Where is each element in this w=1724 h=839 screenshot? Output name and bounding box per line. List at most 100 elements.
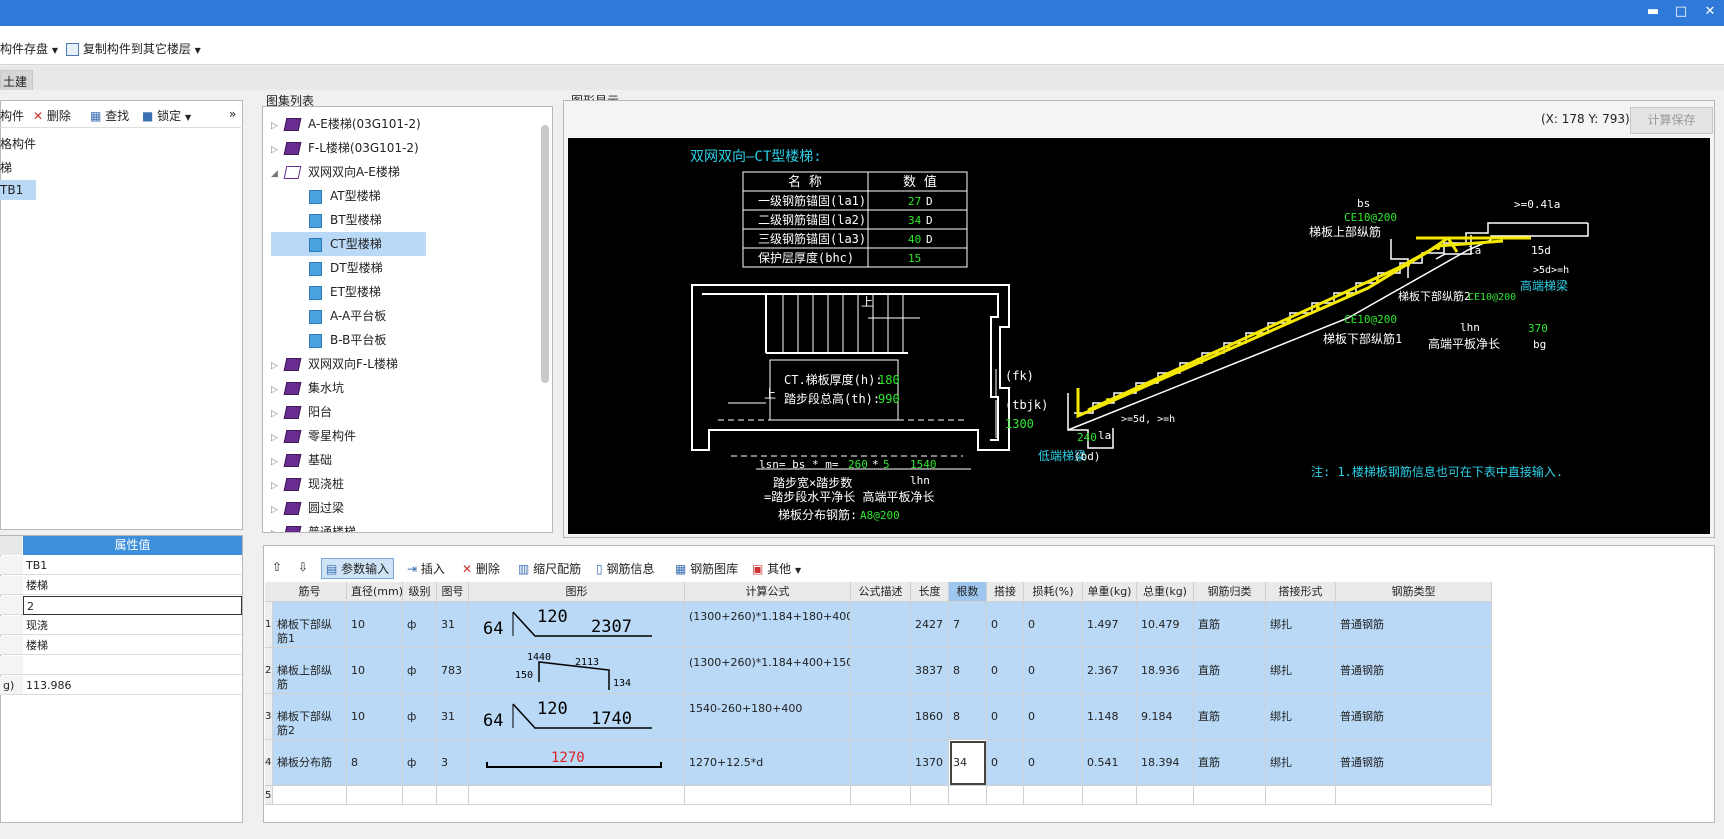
maximize-icon[interactable]: □ bbox=[1671, 4, 1691, 19]
grid-cell-total_w[interactable]: 10.479 bbox=[1137, 602, 1194, 648]
prop-value[interactable]: 2 bbox=[23, 596, 242, 615]
tab-civil[interactable]: 土建 bbox=[0, 70, 33, 90]
rebar-info-button[interactable]: ▯ 钢筋信息 bbox=[596, 560, 654, 577]
prop-value[interactable]: TB1 bbox=[23, 556, 242, 575]
atlas-item[interactable]: BT型楼梯 bbox=[271, 208, 426, 232]
chevron-right-icon[interactable]: ▷ bbox=[271, 522, 285, 532]
grid-header[interactable]: 总重(kg) bbox=[1137, 582, 1194, 602]
grid-cell-type[interactable]: 普通钢筋 bbox=[1336, 602, 1492, 648]
grid-cell-fig[interactable]: 31 bbox=[437, 694, 469, 740]
grid-cell-type[interactable]: 普通钢筋 bbox=[1336, 740, 1492, 786]
grid-cell-unit_w[interactable]: 1.497 bbox=[1083, 602, 1137, 648]
grid-cell-dia[interactable]: 10 bbox=[347, 694, 403, 740]
grid-cell-grade[interactable]: ф bbox=[403, 648, 437, 694]
grid-cell-lap_form[interactable] bbox=[1266, 786, 1336, 805]
atlas-item[interactable]: ◢ 双网双向A-E楼梯 bbox=[271, 160, 426, 184]
atlas-item[interactable]: ▷ 集水坑 bbox=[271, 376, 426, 400]
grid-cell-total_w[interactable]: 9.184 bbox=[1137, 694, 1194, 740]
atlas-item[interactable]: ▷ 普通楼梯 bbox=[271, 520, 426, 532]
atlas-item[interactable]: ▷ 现浇桩 bbox=[271, 472, 426, 496]
grid-cell-type[interactable] bbox=[1336, 786, 1492, 805]
chevron-right-icon[interactable]: ▷ bbox=[271, 498, 285, 522]
grid-cell-cls[interactable]: 直筋 bbox=[1194, 602, 1266, 648]
chevron-right-icon[interactable]: ▷ bbox=[271, 378, 285, 402]
copy-component-button[interactable]: 复制构件到其它楼层 ▼ bbox=[66, 40, 201, 57]
grid-cell-unit_w[interactable] bbox=[1083, 786, 1137, 805]
minimize-icon[interactable]: ▬ bbox=[1643, 4, 1663, 19]
atlas-item[interactable]: ▷ 双网双向F-L楼梯 bbox=[271, 352, 426, 376]
grid-cell-fig[interactable]: 3 bbox=[437, 740, 469, 786]
grid-cell-dia[interactable]: 10 bbox=[347, 602, 403, 648]
grid-cell-shape[interactable]: 1440 2113 150 134 bbox=[469, 648, 685, 694]
chevron-right-icon[interactable]: ▷ bbox=[271, 354, 285, 378]
atlas-item[interactable]: ▷ F-L楼梯(03G101-2) bbox=[271, 136, 426, 160]
prop-value[interactable]: 楼梯 bbox=[23, 576, 242, 595]
grid-cell-type[interactable]: 普通钢筋 bbox=[1336, 648, 1492, 694]
delete-component-button[interactable]: ✕ 删除 bbox=[33, 107, 71, 124]
lock-button[interactable]: ■ 锁定 ▼ bbox=[142, 107, 191, 124]
chevron-right-icon[interactable]: ▷ bbox=[271, 138, 285, 162]
grid-header[interactable]: 计算公式 bbox=[685, 582, 851, 602]
grid-header[interactable]: 直径(mm) bbox=[347, 582, 403, 602]
atlas-item[interactable]: ▷ 基础 bbox=[271, 448, 426, 472]
chevron-right-icon[interactable]: ▷ bbox=[271, 474, 285, 498]
grid-cell-len[interactable]: 1860 bbox=[911, 694, 949, 740]
grid-cell-desc[interactable] bbox=[851, 740, 911, 786]
atlas-item[interactable]: ▷ 圆过梁 bbox=[271, 496, 426, 520]
atlas-scrollbar[interactable] bbox=[541, 125, 549, 383]
find-button[interactable]: ▦ 查找 bbox=[90, 107, 129, 124]
row-index[interactable]: 1 bbox=[265, 602, 273, 648]
delete-row-button[interactable]: ✕ 删除 bbox=[462, 560, 500, 577]
chevron-right-icon[interactable]: ▷ bbox=[271, 426, 285, 450]
grid-cell-lap[interactable]: 0 bbox=[987, 602, 1024, 648]
atlas-item[interactable]: ▷ A-E楼梯(03G101-2) bbox=[271, 112, 426, 136]
grid-cell-name[interactable]: 梯板下部纵筋1 bbox=[273, 602, 347, 648]
atlas-item[interactable]: ▷ 零星构件 bbox=[271, 424, 426, 448]
chevron-right-icon[interactable]: ▷ bbox=[271, 114, 285, 138]
grid-cell-lap_form[interactable]: 绑扎 bbox=[1266, 694, 1336, 740]
grid-cell-total_w[interactable]: 18.936 bbox=[1137, 648, 1194, 694]
grid-header[interactable]: 根数 bbox=[949, 582, 987, 602]
grid-header[interactable]: 单重(kg) bbox=[1083, 582, 1137, 602]
grid-cell-desc[interactable] bbox=[851, 648, 911, 694]
move-down-icon[interactable]: ⇩ bbox=[298, 560, 308, 574]
row-index[interactable]: 5 bbox=[265, 786, 273, 805]
param-input-button[interactable]: ▤ 参数输入 bbox=[321, 558, 395, 579]
grid-cell-loss[interactable]: 0 bbox=[1024, 602, 1083, 648]
atlas-item[interactable]: ▷ 阳台 bbox=[271, 400, 426, 424]
grid-cell-formula[interactable]: 1540-260+180+400 bbox=[685, 694, 851, 740]
rebar-library-button[interactable]: ▦ 钢筋图库 bbox=[675, 560, 738, 577]
prop-value[interactable] bbox=[23, 656, 242, 675]
grid-cell-desc[interactable] bbox=[851, 602, 911, 648]
other-button[interactable]: ▣ 其他 ▼ bbox=[752, 560, 801, 577]
grid-header[interactable]: 损耗(%) bbox=[1024, 582, 1083, 602]
row-index[interactable]: 3 bbox=[265, 694, 273, 740]
grid-cell-loss[interactable]: 0 bbox=[1024, 648, 1083, 694]
grid-cell-formula[interactable]: (1300+260)*1.184+400+150+1440 bbox=[685, 648, 851, 694]
grid-header[interactable]: 钢筋归类 bbox=[1194, 582, 1266, 602]
grid-cell-count[interactable]: 7 bbox=[949, 602, 987, 648]
grid-cell-name[interactable]: 梯板分布筋 bbox=[273, 740, 347, 786]
grid-cell-formula[interactable]: 1270+12.5*d bbox=[685, 740, 851, 786]
new-component-button[interactable]: 构件 bbox=[0, 107, 24, 124]
grid-cell-len[interactable]: 1370 bbox=[911, 740, 949, 786]
grid-cell-fig[interactable]: 783 bbox=[437, 648, 469, 694]
grid-cell-grade[interactable]: ф bbox=[403, 740, 437, 786]
prop-value[interactable]: 楼梯 bbox=[23, 636, 242, 655]
grid-header[interactable]: 长度 bbox=[911, 582, 949, 602]
tree-node-stair[interactable]: 梯 bbox=[0, 159, 12, 176]
grid-cell-unit_w[interactable]: 2.367 bbox=[1083, 648, 1137, 694]
grid-cell-count[interactable] bbox=[949, 786, 987, 805]
tree-node-grid-component[interactable]: 格构件 bbox=[0, 135, 36, 152]
grid-cell-shape[interactable] bbox=[469, 786, 685, 805]
atlas-item[interactable]: CT型楼梯 bbox=[271, 232, 426, 256]
row-index[interactable]: 2 bbox=[265, 648, 273, 694]
grid-cell-unit_w[interactable]: 0.541 bbox=[1083, 740, 1137, 786]
grid-cell-shape[interactable]: 64 120 1740 bbox=[469, 694, 685, 740]
grid-cell-total_w[interactable]: 18.394 bbox=[1137, 740, 1194, 786]
grid-cell-count[interactable]: 8 bbox=[949, 694, 987, 740]
grid-cell-cls[interactable] bbox=[1194, 786, 1266, 805]
grid-cell-unit_w[interactable]: 1.148 bbox=[1083, 694, 1137, 740]
atlas-item[interactable]: ET型楼梯 bbox=[271, 280, 426, 304]
grid-cell-cls[interactable]: 直筋 bbox=[1194, 694, 1266, 740]
